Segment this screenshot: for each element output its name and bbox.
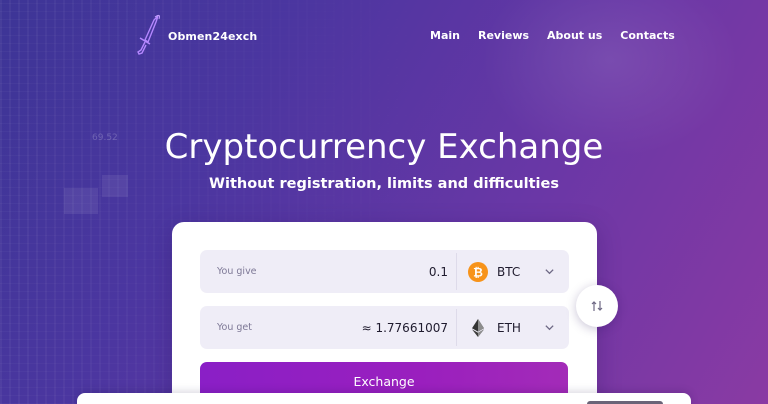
get-currency-select[interactable]: ETH (457, 306, 569, 349)
sword-icon (137, 14, 160, 55)
chevron-down-icon (545, 269, 554, 275)
give-label: You give (217, 266, 257, 277)
nav-main[interactable]: Main (430, 29, 460, 42)
logo[interactable]: Obmen24exch (134, 14, 257, 58)
logo-text: Obmen24exch (168, 29, 258, 43)
give-amount-input[interactable] (288, 264, 448, 279)
bottom-panel (77, 393, 691, 404)
get-currency-code: ETH (497, 320, 521, 335)
bitcoin-icon: ₿ (468, 261, 488, 282)
main-nav: Main Reviews About us Contacts (430, 29, 693, 42)
swap-button[interactable] (576, 285, 618, 327)
swap-arrows-icon (591, 301, 603, 311)
give-field[interactable]: You give ₿ BTC (200, 250, 569, 293)
nav-reviews[interactable]: Reviews (478, 29, 529, 42)
chevron-down-icon (545, 325, 554, 331)
give-currency-code: BTC (497, 264, 521, 279)
ethereum-icon (472, 318, 484, 337)
get-label: You get (217, 322, 252, 333)
hero-title: Cryptocurrency Exchange (164, 127, 604, 167)
nav-contacts[interactable]: Contacts (620, 29, 674, 42)
svg-text:₿: ₿ (473, 265, 483, 279)
give-currency-select[interactable]: ₿ BTC (457, 250, 569, 293)
hero-subtitle: Without registration, limits and difficu… (209, 176, 559, 192)
get-amount-input[interactable] (288, 320, 448, 335)
nav-about-us[interactable]: About us (547, 29, 602, 42)
get-field[interactable]: You get ETH (200, 306, 569, 349)
